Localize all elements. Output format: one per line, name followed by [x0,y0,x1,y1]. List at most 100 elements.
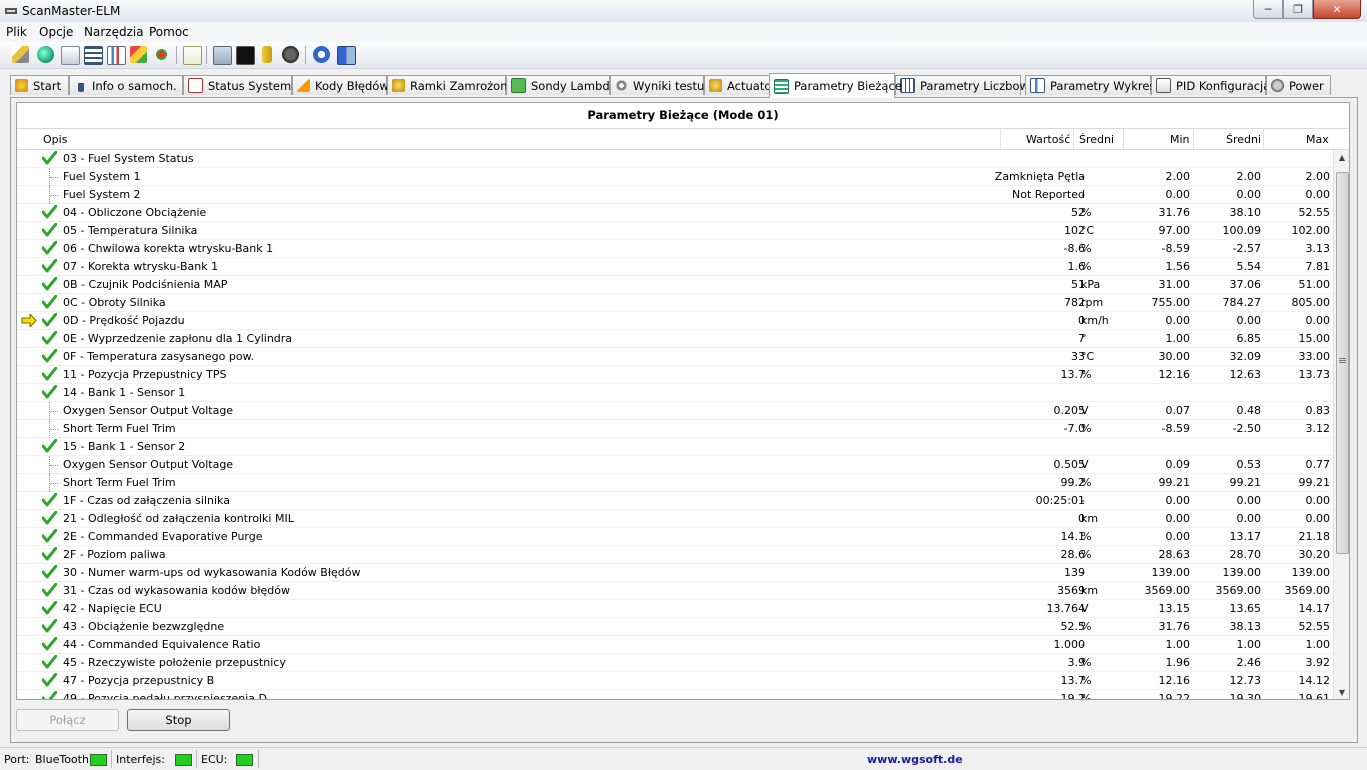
table-row[interactable]: 03 - Fuel System Status [17,150,1333,168]
table-row[interactable]: 11 - Pozycja Przepustnicy TPS 13.7% 12.16 1… [17,366,1333,384]
table-row[interactable]: 0F - Temperatura zasysanego pow. 33 °C 30.0… [17,348,1333,366]
cell-desc: 43 - Obciążenie bezwzględne [63,620,225,633]
check-icon [42,313,57,327]
minimize-icon: ─ [1264,2,1272,16]
table-row[interactable]: 0E - Wyprzedzenie zapłonu dla 1 Cylindra… [17,330,1333,348]
tree-connector [49,474,60,492]
table-row[interactable]: 06 - Chwilowa korekta wtrysku-Bank 1 -8.6… [17,240,1333,258]
cell-unit: km [1081,512,1099,525]
tab-parametry-biezace[interactable]: Parametry Bieżące [769,73,902,98]
table-row[interactable]: Fuel System 2 Not Reported - 0.00 0.00 0.00 [17,186,1333,204]
tab-start[interactable]: Start [10,75,69,95]
header-divider [1000,129,1001,149]
scroll-down-button[interactable]: ▼ [1335,685,1349,699]
terminal-icon[interactable] [236,46,255,65]
scroll-thumb[interactable] [1336,172,1349,554]
stop-button[interactable]: Stop [127,709,230,731]
header-avg[interactable]: Średni [1226,133,1261,146]
header-desc[interactable]: Opis [43,133,67,146]
close-button[interactable]: ✕ [1313,0,1361,19]
table-icon[interactable] [84,46,103,65]
tab-label: Info o samoch. [92,78,177,93]
bar-chart-icon[interactable] [107,46,126,65]
tab-pid-konfiguracja[interactable]: PID Konfiguracja [1151,75,1270,95]
table-row[interactable]: Short Term Fuel Trim -7.0% -8.59 -2.50 3.12 [17,420,1333,438]
tab-power[interactable]: Power [1266,75,1331,95]
maximize-button[interactable]: ❐ [1283,0,1313,19]
info-icon [78,79,84,92]
cell-max: 0.00 [1305,314,1331,327]
header-value[interactable]: Wartość [1026,133,1070,146]
cell-avg: 0.00 [1236,314,1262,327]
website-link[interactable]: www.wgsoft.de [867,753,963,766]
table-row[interactable]: 04 - Obliczone Obciążenie 52% 31.76 38.10 52… [17,204,1333,222]
battery-icon[interactable] [262,46,272,63]
table-row[interactable]: 30 - Numer warm-ups od wykasowania Kodów… [17,564,1333,582]
connect-plug-icon[interactable] [12,46,29,63]
interface-label: Interfejs: [116,753,165,766]
table-row[interactable]: 2F - Poziom paliwa 28.6% 28.63 28.70 30.20 [17,546,1333,564]
header-unit[interactable]: Średni [1079,133,1114,146]
minimize-button[interactable]: ─ [1253,0,1283,19]
document-icon[interactable] [61,46,80,65]
info-icon[interactable] [313,46,330,63]
cell-max: 0.00 [1305,494,1331,507]
table-row[interactable]: 05 - Temperatura Silnika 102 °C 97.00 100.09… [17,222,1333,240]
tab-wyniki-testu[interactable]: Wyniki testu [610,75,704,95]
menu-opcje[interactable]: Opcje [39,25,73,39]
table-row[interactable]: 14 - Bank 1 - Sensor 1 [17,384,1333,402]
status-light-icon[interactable] [153,46,170,63]
table-row[interactable]: 07 - Korekta wtrysku-Bank 1 1.6% 1.56 5.54 7… [17,258,1333,276]
clipboard-icon[interactable] [183,46,202,65]
table-row[interactable]: 49 - Pozycja pedału przyspieszenia D 19.2… [17,690,1333,699]
table-row[interactable]: 44 - Commanded Equivalence Ratio 1.000-1.… [17,636,1333,654]
header-max[interactable]: Max [1306,133,1329,146]
close-icon: ✕ [1332,2,1342,16]
menu-narzedzia[interactable]: Narzędzia [84,25,144,39]
grid-rows: 03 - Fuel System Status Fuel System 1 Zamk… [17,150,1333,699]
table-row[interactable]: Fuel System 1 Zamknięta Pętla - 2.00 2.00 2.0… [17,168,1333,186]
tab-kody-bledow[interactable]: Kody Błędów [292,75,389,95]
table-row[interactable]: 45 - Rzeczywiste położenie przepustnicy 3… [17,654,1333,672]
check-icon [42,493,57,507]
menu-plik[interactable]: Plik [6,25,27,39]
tab-actuator[interactable]: Actuator [704,75,779,95]
cell-min: 13.15 [1158,602,1191,615]
globe-icon[interactable] [37,46,54,63]
table-row[interactable]: 31 - Czas od wykasowania kodów błędów 356… [17,582,1333,600]
vertical-scrollbar[interactable]: ▲ ▼ [1333,150,1349,699]
header-min[interactable]: Min [1170,133,1190,146]
check-icon [42,529,57,543]
cell-avg: 139.00 [1222,566,1262,579]
color-chart-icon[interactable] [130,46,147,63]
tab-ramki-zamrozone[interactable]: Ramki Zamrożone [387,75,515,95]
scroll-up-button[interactable]: ▲ [1335,150,1349,166]
table-row[interactable]: Short Term Fuel Trim 99.2% 99.21 99.21 99.21 [17,474,1333,492]
monitor-search-icon[interactable] [213,46,232,65]
table-row[interactable]: 43 - Obciążenie bezwzględne 52.5% 31.76 38.… [17,618,1333,636]
tab-status-systemu[interactable]: Status Systemu [183,75,298,95]
table-row[interactable]: 0D - Prędkość Pojazdu 0 km/h 0.00 0.00 0.00 [17,312,1333,330]
tab-sondy-lambda[interactable]: Sondy Lambda [506,75,617,95]
table-row[interactable]: 42 - Napięcie ECU 13.764 V 13.15 13.65 14.17 [17,600,1333,618]
table-row[interactable]: 15 - Bank 1 - Sensor 2 [17,438,1333,456]
table-row[interactable]: Oxygen Sensor Output Voltage 0.505 V 0.09 0.… [17,456,1333,474]
menu-pomoc[interactable]: Pomoc [149,25,189,39]
tab-parametry-wykresy[interactable]: Parametry Wykresy [1025,75,1162,95]
table-row[interactable]: 21 - Odległość od załączenia kontrolki M… [17,510,1333,528]
table-row[interactable]: 1F - Czas od załączenia silnika 00:25:01-… [17,492,1333,510]
exit-door-icon[interactable] [337,46,356,65]
cell-desc: Oxygen Sensor Output Voltage [63,404,234,417]
table-row[interactable]: 47 - Pozycja przepustnicy B 13.7% 12.16 12.… [17,672,1333,690]
cell-min: 0.00 [1165,314,1191,327]
tab-info[interactable]: Info o samoch. [69,75,183,95]
disc-icon[interactable] [282,46,299,63]
table-row[interactable]: 0C - Obroty Silnika 782 rpm 755.00 784.27 805… [17,294,1333,312]
table-row[interactable]: Oxygen Sensor Output Voltage 0.205 V 0.07 0.… [17,402,1333,420]
cell-max: 1.00 [1305,638,1331,651]
tab-parametry-liczbowe[interactable]: Parametry Liczbowe [895,75,1036,95]
connect-button[interactable]: Połącz [16,709,119,731]
table-row[interactable]: 0B - Czujnik Podciśnienia MAP 51 kPa 31.00 3… [17,276,1333,294]
table-row[interactable]: 2E - Commanded Evaporative Purge 14.1% 0.0… [17,528,1333,546]
check-icon [42,601,57,615]
